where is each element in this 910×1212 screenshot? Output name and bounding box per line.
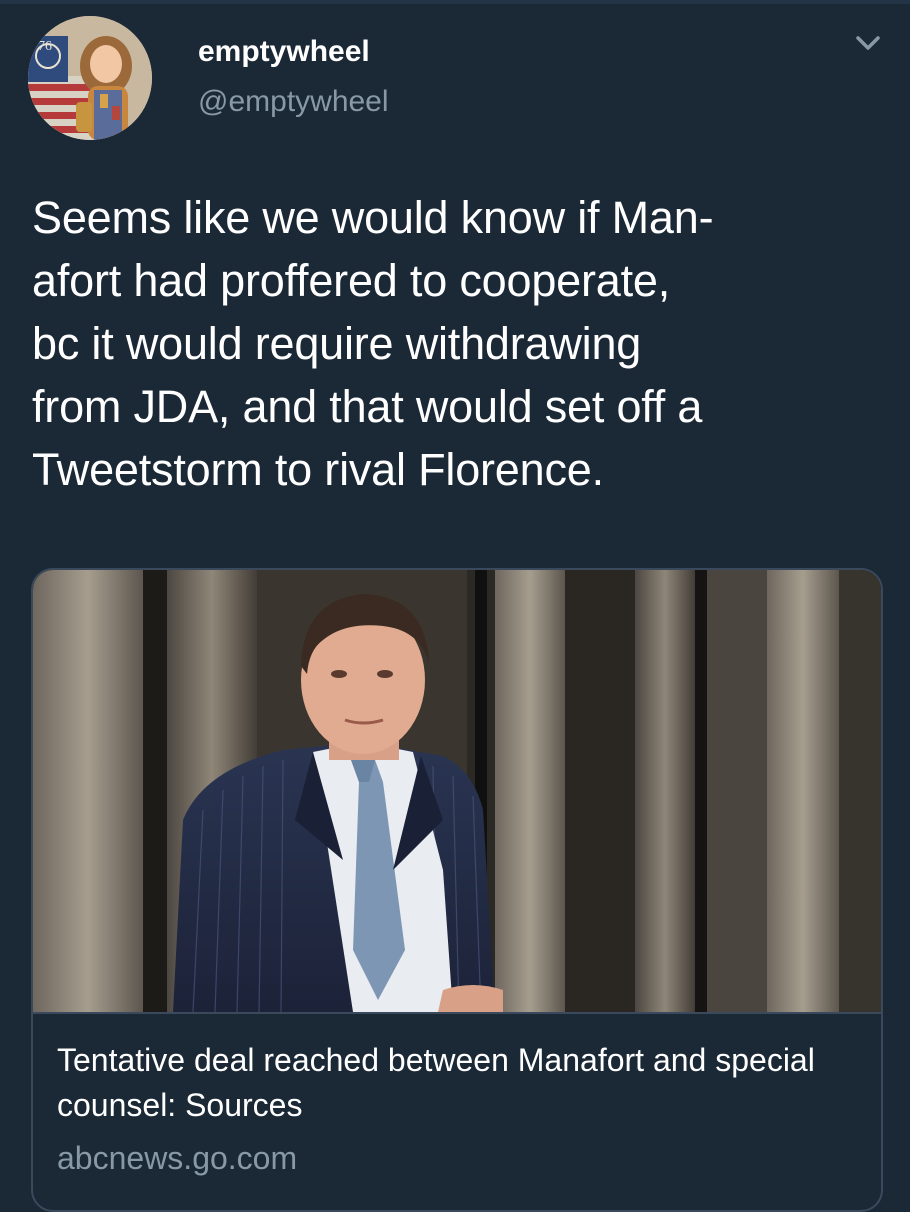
avatar-photo-icon: 76 [28, 16, 152, 140]
card-divider [33, 1012, 881, 1014]
tweet-menu-button[interactable] [848, 28, 888, 60]
author-avatar[interactable]: 76 [28, 16, 152, 140]
author-handle[interactable]: @emptywheel [198, 84, 389, 120]
card-image [33, 570, 881, 1012]
chevron-down-icon [856, 36, 880, 50]
card-domain: abcnews.go.com [57, 1140, 298, 1176]
author-display-name[interactable]: emptywheel [198, 34, 370, 70]
news-photo-icon [33, 570, 881, 1012]
link-preview-card[interactable]: Tentative deal reached between Manafort … [31, 568, 883, 1212]
card-title[interactable]: Tentative deal reached between Manafort … [57, 1038, 857, 1128]
svg-text:76: 76 [38, 39, 52, 54]
tweet-text: Seems like we would know if Man- afort h… [32, 192, 714, 495]
tweet-header: 76 emptywheel @emptywheel [0, 0, 910, 160]
